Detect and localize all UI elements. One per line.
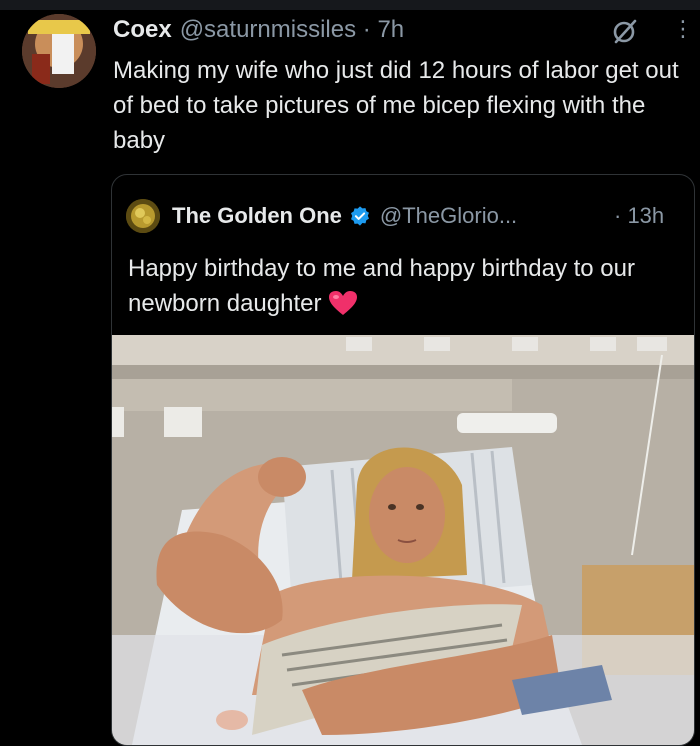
tweet-time: 7h <box>377 16 405 43</box>
tweet-text: Making my wife who just did 12 hours of … <box>113 57 679 154</box>
wall-fixture <box>346 337 372 351</box>
quoted-tweet[interactable]: The Golden One @TheGlorio... · 13h Happy… <box>111 174 695 746</box>
quoted-tweet-time[interactable]: · 13h <box>614 199 664 233</box>
quoted-author-avatar[interactable] <box>126 199 160 233</box>
separator: · <box>362 16 371 43</box>
heart-emoji-icon <box>329 291 358 315</box>
quoted-tweet-photo[interactable] <box>112 335 694 745</box>
avatar-image-icon <box>22 14 96 88</box>
quoted-avatar-icon <box>126 199 160 233</box>
author-name[interactable]: Coex <box>113 16 172 44</box>
grok-icon[interactable] <box>610 16 640 46</box>
more-options-icon[interactable]: ⋮ <box>672 14 694 44</box>
quoted-author-handle[interactable]: @TheGlorio... <box>380 203 517 229</box>
tweet-header: Coex @saturnmissiles · 7h <box>113 14 404 46</box>
quoted-tweet-text: Happy birthday to me and happy birthday … <box>128 251 683 321</box>
profile-avatar[interactable] <box>22 14 96 88</box>
verified-badge-icon <box>350 206 369 226</box>
top-bar <box>0 0 700 10</box>
author-handle[interactable]: @saturnmissiles · 7h <box>180 16 404 44</box>
quoted-tweet-header: The Golden One @TheGlorio... <box>126 199 517 233</box>
quoted-author-name[interactable]: The Golden One <box>172 203 342 229</box>
quoted-tweet-text-body: Happy birthday to me and happy birthday … <box>128 255 635 317</box>
author-handle-text: @saturnmissiles <box>179 16 357 43</box>
